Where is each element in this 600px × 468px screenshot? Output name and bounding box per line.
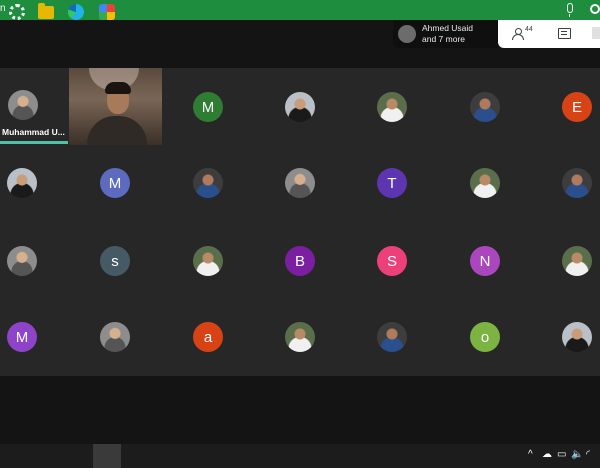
presenters-chip[interactable]: Ahmed Usaid and 7 more: [393, 20, 498, 48]
wifi-icon[interactable]: ◜: [586, 449, 590, 460]
participant-photo-avatar[interactable]: [7, 168, 37, 198]
participant-photo-avatar[interactable]: [377, 322, 407, 352]
participant-initial-avatar[interactable]: S: [377, 246, 407, 276]
participant-initial-avatar[interactable]: a: [193, 322, 223, 352]
participant-initial-avatar[interactable]: B: [285, 246, 315, 276]
presenters-text: Ahmed Usaid and 7 more: [422, 23, 473, 45]
participant-video[interactable]: [69, 68, 162, 145]
presenter-more: and 7 more: [422, 34, 465, 44]
meeting-controls-panel: 44: [498, 20, 600, 48]
participant-photo-avatar[interactable]: [7, 246, 37, 276]
participant-photo-avatar[interactable]: [562, 322, 592, 352]
participant-photo-avatar[interactable]: [470, 168, 500, 198]
settings-icon[interactable]: [9, 4, 25, 20]
google-meet-icon[interactable]: [99, 4, 115, 20]
participant-photo-avatar[interactable]: [193, 246, 223, 276]
participant-photo-avatar[interactable]: [377, 92, 407, 122]
participant-photo-avatar[interactable]: [562, 168, 592, 198]
speaker-avatar[interactable]: [8, 90, 38, 120]
participant-initial-avatar[interactable]: M: [193, 92, 223, 122]
participant-initial-avatar[interactable]: T: [377, 168, 407, 198]
taskbar: [0, 444, 600, 468]
participant-photo-avatar[interactable]: [193, 168, 223, 198]
file-explorer-icon[interactable]: [38, 3, 54, 19]
participant-initial-avatar[interactable]: M: [100, 168, 130, 198]
presenter-name: Ahmed Usaid: [422, 23, 474, 33]
more-options-icon[interactable]: [592, 27, 600, 39]
people-icon[interactable]: [512, 28, 524, 40]
volume-icon[interactable]: 🔈: [571, 449, 583, 460]
participant-photo-avatar[interactable]: [470, 92, 500, 122]
participant-photo-avatar[interactable]: [100, 322, 130, 352]
mic-icon[interactable]: [567, 3, 573, 17]
participant-photo-avatar[interactable]: [285, 322, 315, 352]
speaking-indicator: [0, 141, 68, 144]
battery-icon[interactable]: ▭: [557, 449, 566, 460]
cloud-icon[interactable]: ☁: [542, 449, 552, 460]
people-count: 44: [525, 26, 533, 33]
meeting-status-bar: n: [0, 0, 600, 20]
participant-initial-avatar[interactable]: N: [470, 246, 500, 276]
participant-initial-avatar[interactable]: E: [562, 92, 592, 122]
participant-initial-avatar[interactable]: o: [470, 322, 500, 352]
edge-icon[interactable]: [68, 4, 84, 20]
chevron-up-icon[interactable]: ^: [528, 449, 533, 460]
presenter-avatar: [398, 25, 416, 43]
participant-photo-avatar[interactable]: [285, 92, 315, 122]
speaker-name: Muhammad U...: [2, 127, 65, 137]
active-app-highlight: [93, 444, 121, 468]
hangup-icon[interactable]: [590, 4, 600, 14]
status-bar-label: n: [0, 3, 6, 14]
participant-photo-avatar[interactable]: [562, 246, 592, 276]
participant-photo-avatar[interactable]: [285, 168, 315, 198]
participant-initial-avatar[interactable]: s: [100, 246, 130, 276]
chat-icon[interactable]: [558, 28, 571, 39]
participant-initial-avatar[interactable]: M: [7, 322, 37, 352]
empty-area: [0, 376, 600, 444]
